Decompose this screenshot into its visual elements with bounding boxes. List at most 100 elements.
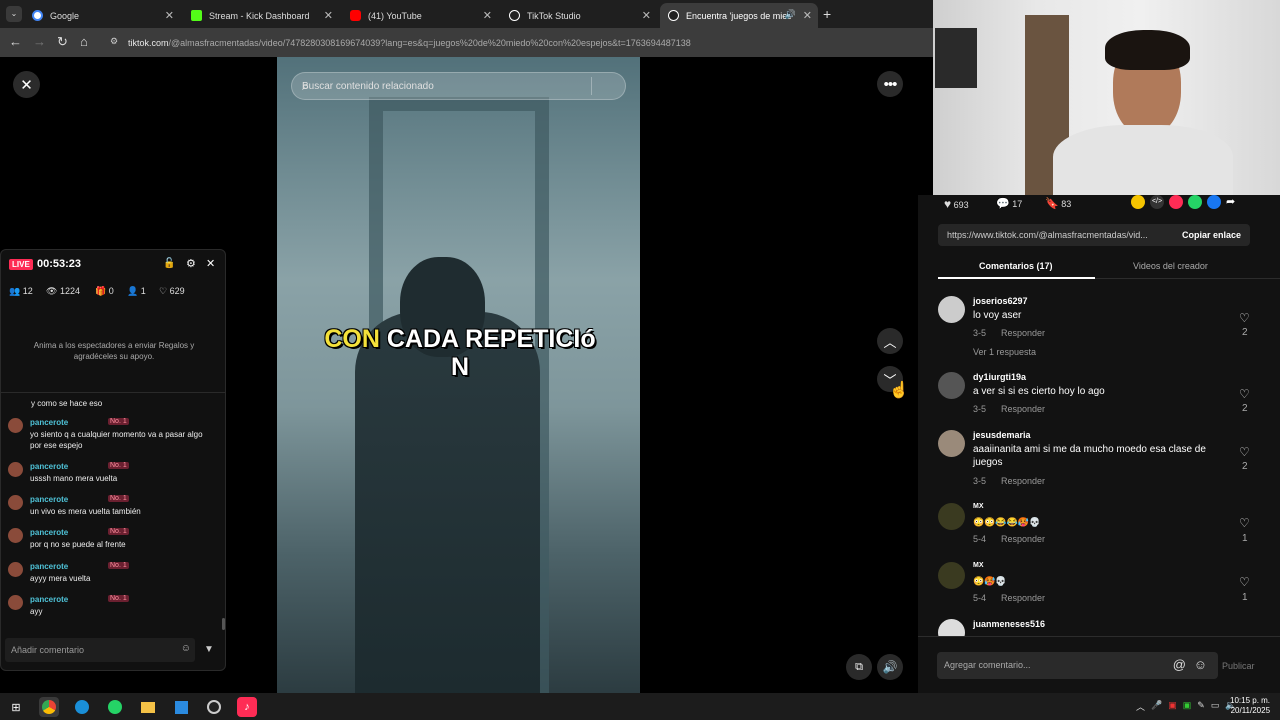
comment-item: dy1iurgti19a a ver si si es cierto hoy l… xyxy=(938,372,1268,422)
network-icon[interactable]: ▭ xyxy=(1211,700,1220,713)
avatar[interactable] xyxy=(938,619,965,636)
more-options-button[interactable]: ••• xyxy=(877,71,903,97)
store-icon[interactable] xyxy=(171,697,191,717)
reload-icon[interactable]: ↻ xyxy=(57,34,68,50)
comment-user[interactable]: jesusdemaria xyxy=(973,430,1031,440)
url-field[interactable]: ⚙ tiktok.com/@almasfracmentadas/video/74… xyxy=(110,33,930,52)
back-icon[interactable]: ← xyxy=(9,34,22,49)
close-icon[interactable]: ✕ xyxy=(165,9,174,22)
close-icon[interactable]: ✕ xyxy=(483,9,492,22)
tab-comments[interactable]: Comentarios (17) xyxy=(979,261,1053,271)
facebook-icon[interactable] xyxy=(1207,195,1221,209)
edge-icon[interactable] xyxy=(72,697,92,717)
tab-search-button[interactable]: ⌄ xyxy=(6,6,22,22)
close-icon[interactable]: ✕ xyxy=(324,9,333,22)
comment-input[interactable]: Agregar comentario... @ ☺ xyxy=(937,652,1218,679)
heart-icon[interactable]: ♡ xyxy=(1239,445,1250,459)
comment-item: MX 😳🥵💀 5-4 Responder ♡ 1 xyxy=(938,562,1268,612)
embed-icon[interactable]: </> xyxy=(1150,195,1164,209)
chat-user[interactable]: pancerote xyxy=(30,495,68,504)
new-tab-button[interactable]: + xyxy=(823,6,831,22)
avatar[interactable] xyxy=(938,562,965,589)
previous-video-button[interactable]: ︿ xyxy=(877,328,903,354)
settings-icon[interactable]: ⚙ xyxy=(186,257,196,270)
chat-scrollbar[interactable] xyxy=(222,618,225,630)
whatsapp-icon[interactable] xyxy=(105,697,125,717)
search-icon[interactable]: ⌕ xyxy=(302,78,615,94)
chrome-icon[interactable] xyxy=(39,697,59,717)
windows-start-icon[interactable]: ⊞ xyxy=(6,697,26,717)
related-search-input[interactable]: Buscar contenido relacionado ⌕ xyxy=(291,72,626,100)
chat-user[interactable]: pancerote xyxy=(30,528,68,537)
floating-player-button[interactable]: ⧉ xyxy=(846,654,872,680)
site-info-icon[interactable]: ⚙ xyxy=(110,36,118,47)
reply-button[interactable]: Responder xyxy=(1001,476,1045,486)
chevron-up-icon[interactable]: ︿ xyxy=(1136,700,1145,713)
home-icon[interactable]: ⌂ xyxy=(80,34,88,49)
reply-button[interactable]: Responder xyxy=(1001,404,1045,414)
mention-icon[interactable]: @ xyxy=(1173,657,1186,672)
obs-icon[interactable] xyxy=(204,697,224,717)
clock[interactable]: 10:15 p. m. 20/11/2025 xyxy=(1230,696,1270,716)
app-tray-icon[interactable]: ▣ xyxy=(1183,700,1192,713)
send-icon[interactable] xyxy=(1169,195,1183,209)
chat-divider xyxy=(1,392,225,393)
reply-button[interactable]: Responder xyxy=(1001,593,1045,603)
chat-user[interactable]: pancerote xyxy=(30,418,68,427)
share-arrow-icon[interactable]: ➦ xyxy=(1226,195,1235,209)
save-action[interactable]: 🔖 83 xyxy=(1045,197,1071,210)
pen-icon[interactable]: ✎ xyxy=(1197,700,1205,713)
speaker-icon[interactable]: 🔊 xyxy=(785,9,796,20)
reply-button[interactable]: Responder xyxy=(1001,328,1045,338)
volume-button[interactable]: 🔊 xyxy=(877,654,903,680)
chat-user[interactable]: pancerote xyxy=(30,595,68,604)
chat-user[interactable]: pancerote xyxy=(30,562,68,571)
comment-user[interactable]: MX xyxy=(973,562,984,569)
publish-button[interactable]: Publicar xyxy=(1222,661,1255,671)
copy-link-button[interactable]: Copiar enlace xyxy=(1182,230,1241,240)
close-icon[interactable]: ✕ xyxy=(803,9,812,22)
close-icon[interactable]: ✕ xyxy=(206,257,215,270)
whatsapp-icon[interactable] xyxy=(1188,195,1202,209)
tab-creator-videos[interactable]: Videos del creador xyxy=(1133,261,1208,271)
tiktok-live-icon[interactable]: ♪ xyxy=(237,697,257,717)
filter-icon[interactable]: ▼ xyxy=(204,644,214,655)
lock-icon[interactable]: 🔓 xyxy=(163,258,175,269)
comment-item: juanmeneses516 xyxy=(938,619,1268,636)
chat-input[interactable]: Añadir comentario ☺ xyxy=(5,638,195,662)
file-explorer-icon[interactable] xyxy=(138,697,158,717)
heart-icon[interactable]: ♡ xyxy=(1239,516,1250,530)
heart-icon[interactable]: ♡ xyxy=(1239,387,1250,401)
tab-google[interactable]: Google ✕ xyxy=(24,3,180,28)
tab-youtube[interactable]: (41) YouTube ✕ xyxy=(342,3,498,28)
caption-highlight: CON xyxy=(324,325,380,353)
avatar[interactable] xyxy=(938,372,965,399)
chat-user[interactable]: pancerote xyxy=(30,462,68,471)
emoji-icon[interactable]: ☺ xyxy=(181,643,191,654)
avatar[interactable] xyxy=(938,503,965,530)
forward-icon[interactable]: → xyxy=(33,34,46,49)
comment-user[interactable]: juanmeneses516 xyxy=(973,619,1045,629)
tab-tiktok-search[interactable]: Encuentra 'juegos de miedo... 🔊 ✕ xyxy=(660,3,818,28)
tab-tiktok-studio[interactable]: TikTok Studio ✕ xyxy=(501,3,657,28)
rank-badge: No. 1 xyxy=(108,495,129,502)
tab-kick[interactable]: Stream - Kick Dashboard ✕ xyxy=(183,3,339,28)
pdf-icon[interactable]: ▣ xyxy=(1168,700,1177,713)
like-action[interactable]: ♥ 693 xyxy=(944,197,969,211)
heart-icon[interactable]: ♡ xyxy=(1239,311,1250,325)
close-viewer-button[interactable]: ✕ xyxy=(13,71,40,98)
avatar[interactable] xyxy=(938,430,965,457)
emoji-icon[interactable]: ☺ xyxy=(1194,657,1207,672)
reply-button[interactable]: Responder xyxy=(1001,534,1045,544)
comment-user[interactable]: MX xyxy=(973,503,984,510)
comment-user[interactable]: joserios6297 xyxy=(973,296,1028,306)
comment-user[interactable]: dy1iurgti19a xyxy=(973,372,1026,382)
close-icon[interactable]: ✕ xyxy=(642,9,651,22)
microphone-icon[interactable]: 🎤 xyxy=(1151,700,1162,713)
heart-icon[interactable]: ♡ xyxy=(1239,575,1250,589)
avatar[interactable] xyxy=(938,296,965,323)
view-replies-button[interactable]: Ver 1 respuesta xyxy=(973,347,1036,357)
video-link[interactable]: https://www.tiktok.com/@almasfracmentada… xyxy=(947,230,1148,240)
comment-action[interactable]: 💬 17 xyxy=(996,197,1022,210)
coin-icon[interactable] xyxy=(1131,195,1145,209)
